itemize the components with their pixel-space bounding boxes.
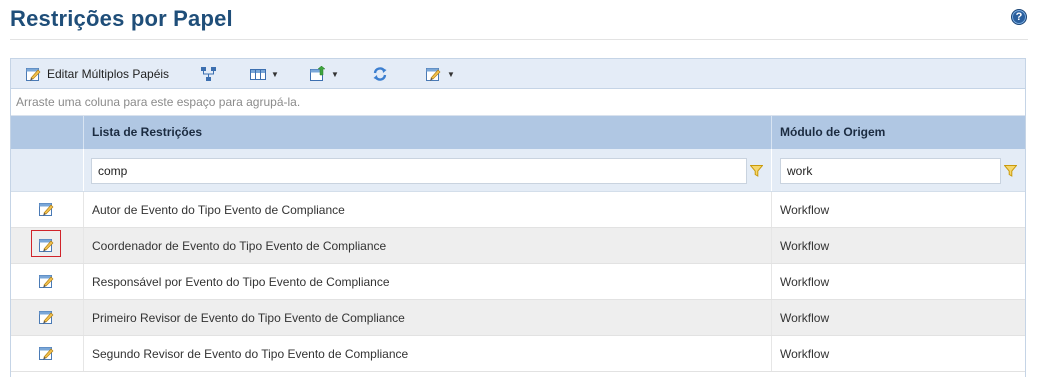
edit-icon[interactable]: [38, 345, 54, 361]
export-button[interactable]: ▼: [309, 65, 339, 82]
column-divider: [83, 116, 84, 149]
table-row[interactable]: Primeiro Revisor de Evento do Tipo Event…: [11, 300, 1025, 336]
restriction-cell: Coordenador de Evento do Tipo Evento de …: [92, 239, 387, 253]
column-divider: [771, 300, 772, 335]
page-title: Restrições por Papel: [10, 6, 233, 31]
origin-filter-input[interactable]: work: [780, 158, 1001, 184]
origin-cell: Workflow: [780, 239, 830, 253]
origin-cell: Workflow: [780, 311, 830, 325]
restriction-cell: Segundo Revisor de Evento do Tipo Evento…: [92, 347, 409, 361]
column-header-restrictions[interactable]: Lista de Restrições: [92, 116, 202, 149]
column-divider: [771, 116, 772, 149]
columns-button[interactable]: ▼: [249, 66, 279, 82]
column-divider: [83, 264, 84, 299]
origin-cell: Workflow: [780, 347, 830, 361]
filter-row: comp work: [11, 149, 1025, 192]
table-row[interactable]: Autor de Evento do Tipo Evento de Compli…: [11, 192, 1025, 228]
edit-menu-button[interactable]: ▼: [425, 66, 455, 82]
column-divider: [83, 192, 84, 227]
filter-icon[interactable]: [750, 165, 763, 177]
chevron-down-icon: ▼: [331, 69, 339, 79]
help-icon[interactable]: ?: [1011, 9, 1027, 25]
refresh-icon: [372, 66, 388, 82]
group-by-panel[interactable]: Arraste uma coluna para este espaço para…: [11, 89, 1025, 116]
column-divider: [83, 300, 84, 335]
title-divider: [10, 39, 1028, 40]
edit-icon[interactable]: [38, 309, 54, 325]
column-divider: [771, 192, 772, 227]
chevron-down-icon: ▼: [447, 69, 455, 79]
column-header-origin[interactable]: Módulo de Origem: [780, 116, 885, 149]
edit-menu-icon: [425, 66, 441, 82]
column-divider: [83, 149, 84, 191]
restriction-cell: Responsável por Evento do Tipo Evento de…: [92, 275, 390, 289]
edit-icon[interactable]: [38, 273, 54, 289]
table-row[interactable]: Responsável por Evento do Tipo Evento de…: [11, 264, 1025, 300]
chevron-down-icon: ▼: [271, 69, 279, 79]
origin-cell: Workflow: [780, 275, 830, 289]
restrictions-grid: Editar Múltiplos Papéis ▼ ▼ ▼ Arraste um…: [10, 58, 1026, 377]
edit-icon[interactable]: [38, 201, 54, 217]
edit-multiple-roles-label: Editar Múltiplos Papéis: [47, 67, 170, 81]
edit-multiple-roles-button[interactable]: Editar Múltiplos Papéis: [25, 66, 169, 82]
table-row[interactable]: Coordenador de Evento do Tipo Evento de …: [11, 228, 1025, 264]
restriction-cell: Autor de Evento do Tipo Evento de Compli…: [92, 203, 345, 217]
filter-icon[interactable]: [1004, 165, 1017, 177]
edit-icon[interactable]: [38, 237, 54, 253]
restriction-cell: Primeiro Revisor de Evento do Tipo Event…: [92, 311, 405, 325]
column-divider: [771, 264, 772, 299]
column-divider: [83, 336, 84, 371]
column-divider: [83, 228, 84, 263]
column-divider: [771, 149, 772, 191]
export-icon: [309, 65, 326, 82]
origin-cell: Workflow: [780, 203, 830, 217]
hierarchy-button[interactable]: [200, 66, 216, 82]
table-row[interactable]: Segundo Revisor de Evento do Tipo Evento…: [11, 336, 1025, 372]
restrictions-filter-input[interactable]: comp: [91, 158, 747, 184]
columns-icon: [249, 66, 266, 82]
column-divider: [771, 228, 772, 263]
edit-multiple-icon: [25, 66, 41, 82]
grid-toolbar: Editar Múltiplos Papéis ▼ ▼ ▼: [11, 59, 1025, 89]
column-divider: [771, 336, 772, 371]
grid-header: Lista de Restrições Módulo de Origem: [11, 116, 1025, 149]
hierarchy-icon: [200, 66, 216, 82]
refresh-button[interactable]: [372, 66, 388, 82]
